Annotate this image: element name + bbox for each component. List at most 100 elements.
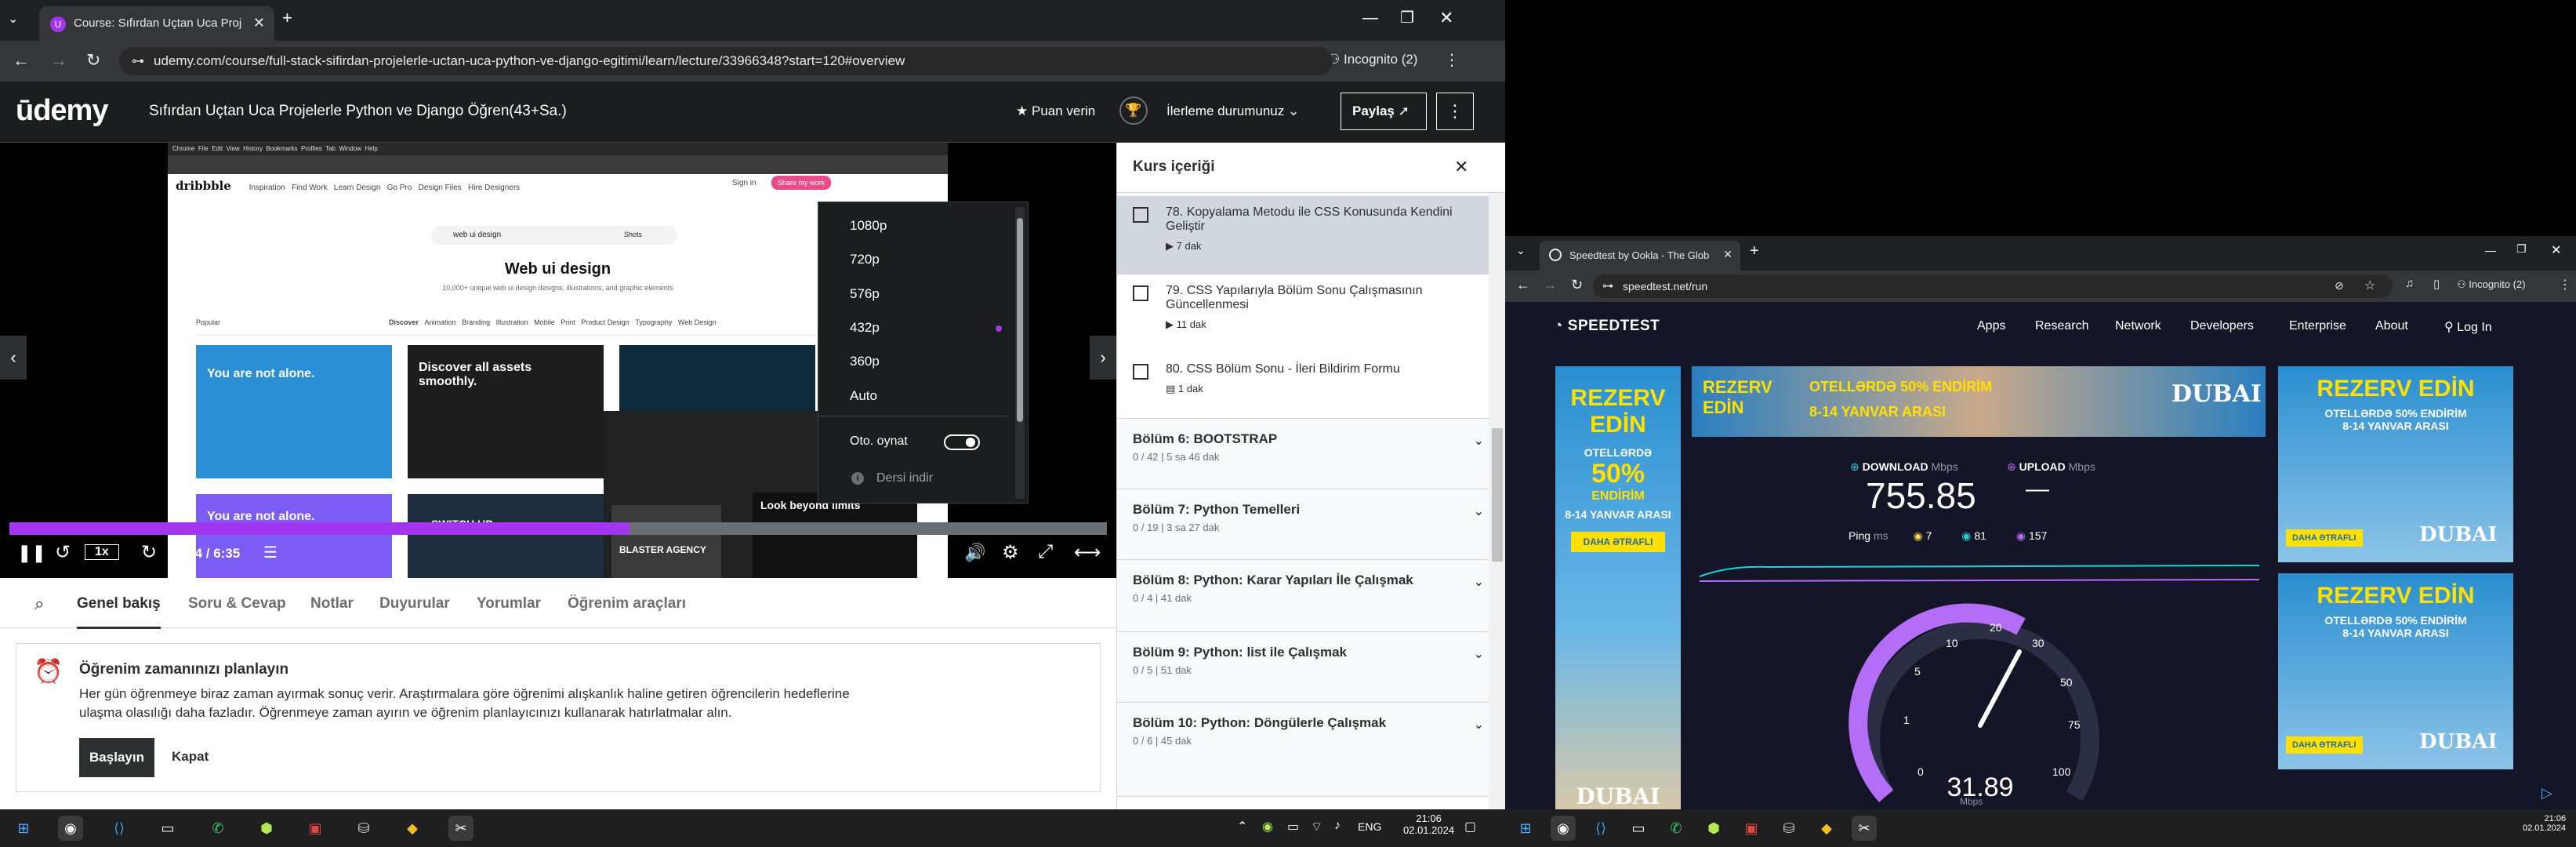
terminal-taskbar-icon-2[interactable]: ▭ (1626, 816, 1651, 841)
quality-720p[interactable]: 720p (850, 252, 880, 267)
reload-icon[interactable]: ↻ (1571, 277, 1583, 293)
ad-right-top-cta[interactable]: DAHA ƏTRAFLI (2286, 529, 2363, 547)
nav-about[interactable]: About (2375, 319, 2408, 333)
start-button[interactable]: Başlayın (79, 738, 154, 777)
minimize-icon[interactable]: — (1362, 9, 1378, 27)
media-icon[interactable]: ♫ (2405, 277, 2414, 290)
new-tab-button[interactable]: + (282, 8, 292, 28)
ad-top-banner[interactable]: REZERV EDİN OTELLƏRDƏ 50% ENDİRİM 8-14 Y… (1692, 366, 2266, 437)
dismiss-button[interactable]: Kapat (172, 749, 209, 765)
battery-icon[interactable]: ▭ (1287, 819, 1299, 834)
database-taskbar-icon-2[interactable]: ⛁ (1776, 816, 1801, 841)
snipping-taskbar-icon[interactable]: ✂ (448, 816, 473, 841)
incognito-profile-button[interactable]: ⚇ Incognito (2) (2457, 278, 2526, 291)
clock-right[interactable]: 21:06 02.01.2024 (2523, 814, 2566, 833)
fullscreen-icon[interactable]: ⤢ (1038, 541, 1053, 563)
more-options-button[interactable]: ⋮ (1436, 93, 1474, 130)
menu-kebab-icon[interactable]: ⋮ (1444, 50, 1460, 70)
right-address-bar[interactable]: ⊶ speedtest.net/run ⊘ ☆ (1593, 274, 2393, 298)
tab-qa[interactable]: Soru & Cevap (188, 595, 286, 613)
quality-576p[interactable]: 576p (850, 286, 880, 302)
git-taskbar-icon-2[interactable]: ◆ (1814, 816, 1839, 841)
close-window-icon[interactable]: ✕ (1439, 8, 1453, 28)
tab-search-icon[interactable]: ⌄ (1516, 244, 1526, 257)
tab-learning-tools[interactable]: Öğrenim araçları (568, 595, 686, 613)
node-taskbar-icon[interactable]: ⬢ (254, 816, 279, 841)
nav-developers[interactable]: Developers (2190, 319, 2254, 333)
terminal-taskbar-icon[interactable]: ▭ (155, 816, 180, 841)
transcript-icon[interactable]: ☰ (263, 543, 278, 562)
previous-lecture-button[interactable]: ‹ (0, 336, 27, 380)
nav-apps[interactable]: Apps (1977, 319, 2005, 333)
menu-kebab-icon[interactable]: ⋮ (2559, 277, 2571, 293)
progress-dropdown[interactable]: İlerleme durumunuz ⌄ (1166, 104, 1299, 119)
lecture-item[interactable]: 79. CSS Yapılarıyla Bölüm Sonu Çalışması… (1117, 274, 1505, 353)
forward-icon[interactable]: → (50, 50, 67, 71)
search-icon[interactable]: ⌕ (34, 594, 44, 614)
tray-app-icon[interactable]: ◉ (1262, 819, 1273, 834)
incognito-profile-button[interactable]: ⚇ Incognito (2) (1328, 52, 1417, 67)
video-player[interactable]: Chrome File Edit View History Bookmarks … (0, 143, 1116, 578)
lecture-item[interactable]: 78. Kopyalama Metodu ile CSS Konusunda K… (1117, 196, 1505, 274)
close-tab-icon[interactable]: ✕ (253, 15, 265, 31)
whatsapp-taskbar-icon-2[interactable]: ✆ (1664, 816, 1689, 841)
restore-icon[interactable]: ❐ (1400, 8, 1414, 27)
next-lecture-button[interactable]: › (1090, 336, 1116, 380)
jetbrains-taskbar-icon-2[interactable]: ▣ (1739, 816, 1764, 841)
chrome-taskbar-icon[interactable]: ◉ (58, 816, 83, 841)
ad-left-skyscraper[interactable]: REZERV EDİN OTELLƏRDƏ 50% ENDİRİM 8-14 Y… (1555, 366, 1681, 809)
language-indicator[interactable]: ENG (1358, 820, 1381, 833)
section-item[interactable]: Bölüm 10: Python: Döngülerle Çalışmak 0 … (1117, 703, 1505, 797)
ad-right-bottom-cta[interactable]: DAHA ƏTRAFLI (2286, 736, 2363, 754)
ad-right-top[interactable]: REZERV EDİN OTELLƏRDƏ 50% ENDİRİM 8-14 Y… (2278, 366, 2513, 562)
tab-search-icon[interactable]: ⌄ (8, 11, 18, 27)
chrome-taskbar-icon-2[interactable]: ◉ (1551, 816, 1576, 841)
pause-icon[interactable]: ❚❚ (17, 543, 46, 563)
section-item[interactable]: Bölüm 8: Python: Karar Yapıları İle Çalı… (1117, 560, 1505, 632)
ad-right-bottom[interactable]: REZERV EDİN OTELLƏRDƏ 50% ENDİRİM 8-14 Y… (2278, 573, 2513, 769)
ad-left-cta[interactable]: DAHA ƏTRAFLI (1571, 532, 1665, 552)
vscode-taskbar-icon[interactable]: ⟨⟩ (107, 816, 132, 841)
speed-button[interactable]: 1x (85, 544, 119, 560)
lecture-checkbox[interactable] (1133, 364, 1148, 380)
close-tab-icon[interactable]: ✕ (1723, 248, 1732, 261)
reload-icon[interactable]: ↻ (86, 50, 100, 71)
jetbrains-taskbar-icon[interactable]: ▣ (303, 816, 328, 841)
eye-off-icon[interactable]: ⊘ (2335, 279, 2344, 293)
quality-auto[interactable]: Auto (850, 388, 877, 404)
vscode-taskbar-icon-2[interactable]: ⟨⟩ (1588, 816, 1613, 841)
ad-choices-icon[interactable]: ▷ (2542, 785, 2552, 802)
nav-network[interactable]: Network (2115, 319, 2161, 333)
rate-button[interactable]: ★ Puan verin (1016, 104, 1095, 119)
browser-tab-speedtest[interactable]: Speedtest by Ookla - The Glob ✕ (1540, 241, 1740, 271)
git-taskbar-icon[interactable]: ◆ (400, 816, 425, 841)
tab-announcements[interactable]: Duyurular (379, 595, 450, 613)
lecture-checkbox[interactable] (1133, 285, 1148, 301)
course-title[interactable]: Sıfırdan Uçtan Uca Projelerle Python ve … (149, 103, 567, 120)
quality-360p[interactable]: 360p (850, 354, 880, 369)
sidebar-scrollbar-thumb[interactable] (1492, 428, 1503, 562)
download-lecture[interactable]: Dersi indir (876, 471, 933, 485)
database-taskbar-icon[interactable]: ⛁ (351, 816, 376, 841)
start-icon-2[interactable]: ⊞ (1513, 816, 1538, 841)
minimize-icon[interactable]: — (2485, 244, 2496, 256)
tab-notes[interactable]: Notlar (310, 595, 354, 613)
section-item[interactable]: Bölüm 7: Python Temelleri 0 / 19 | 3 sa … (1117, 489, 1505, 560)
volume-icon[interactable]: 🔊 (964, 543, 985, 563)
video-progress-bar[interactable] (9, 522, 1107, 535)
lecture-checkbox[interactable] (1133, 207, 1148, 223)
nav-enterprise[interactable]: Enterprise (2289, 319, 2346, 333)
start-icon[interactable]: ⊞ (11, 816, 36, 841)
speedtest-logo[interactable]: ◔ SPEEDTEST (1554, 318, 1660, 335)
menu-scrollbar-thumb[interactable] (1017, 218, 1023, 422)
restore-icon[interactable]: ❐ (2516, 242, 2527, 256)
sidebar-scrollbar[interactable] (1489, 193, 1505, 809)
new-tab-button[interactable]: + (1750, 242, 1759, 260)
site-info-icon[interactable]: ⊶ (132, 53, 144, 69)
close-sidebar-icon[interactable]: ✕ (1454, 157, 1468, 177)
site-info-icon[interactable]: ⊶ (1602, 279, 1613, 293)
sidepanel-icon[interactable]: ▯ (2433, 277, 2440, 291)
address-bar[interactable]: ⊶ udemy.com/course/full-stack-sifirdan-p… (119, 47, 1333, 75)
close-window-icon[interactable]: ✕ (2551, 242, 2561, 258)
login-link[interactable]: ⚲ Log In (2444, 319, 2492, 335)
